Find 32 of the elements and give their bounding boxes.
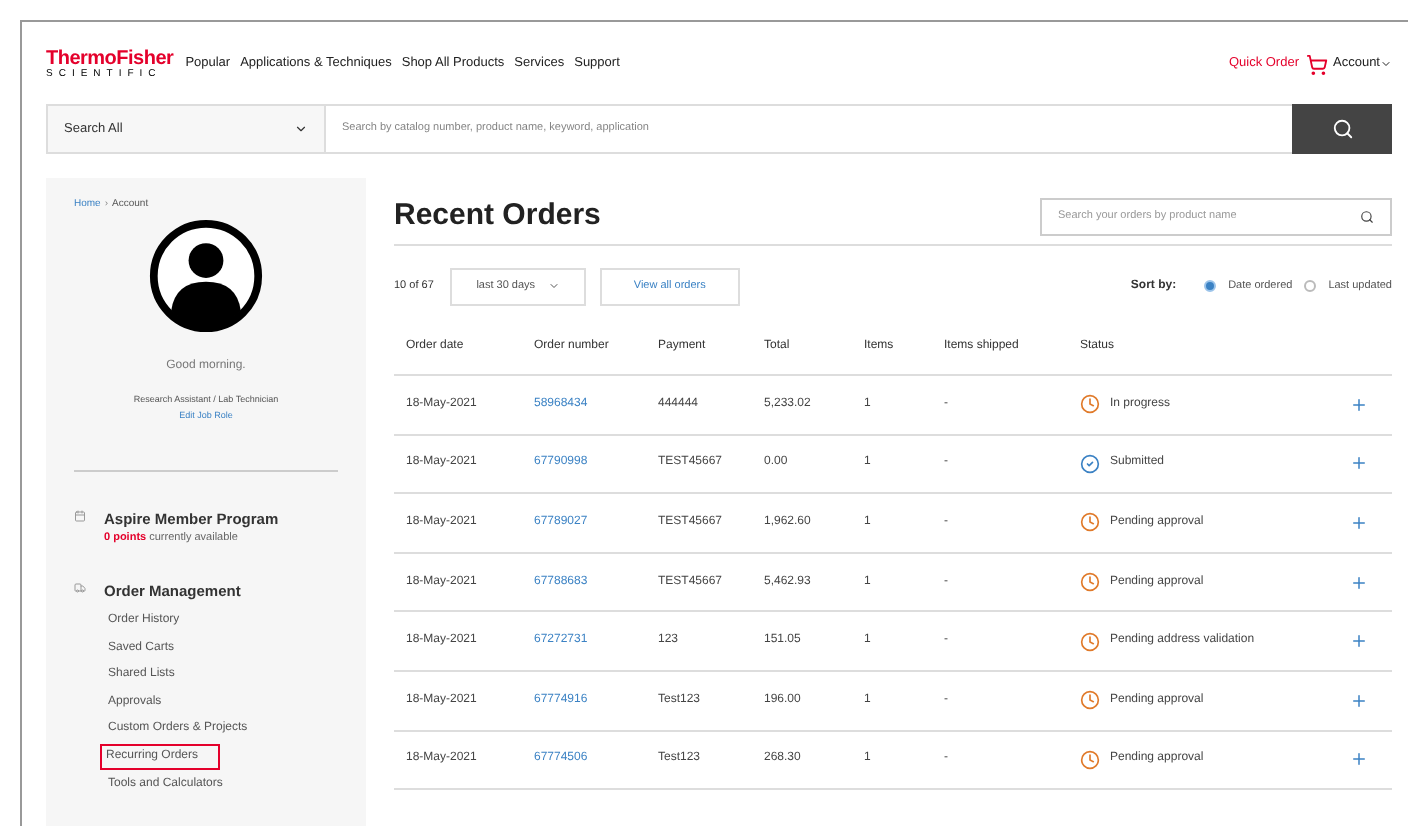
expand-button[interactable]	[1348, 453, 1368, 474]
expand-button[interactable]	[1348, 512, 1368, 533]
clock-icon	[1080, 749, 1100, 770]
caret-icon	[294, 122, 308, 136]
expand-button[interactable]	[1348, 631, 1368, 652]
plus-icon	[1349, 691, 1367, 710]
truck-icon	[74, 581, 86, 593]
search-button[interactable]	[1292, 104, 1392, 154]
cart-icon[interactable]	[1305, 53, 1327, 75]
plus-icon	[1349, 750, 1367, 769]
page-title: Recent Orders	[394, 196, 601, 237]
calendar-icon	[74, 510, 86, 522]
clock-icon	[1080, 572, 1100, 593]
clock-icon	[1080, 512, 1100, 533]
plus-icon	[1349, 395, 1367, 414]
search-icon	[1360, 210, 1374, 224]
search-icon	[1331, 118, 1353, 140]
plus-icon	[1349, 513, 1367, 532]
expand-button[interactable]	[1348, 749, 1368, 770]
expand-button[interactable]	[1348, 690, 1368, 711]
plus-icon	[1349, 573, 1367, 592]
check-circle-icon	[1080, 453, 1100, 474]
caret-icon	[1380, 58, 1392, 70]
clock-icon	[1080, 631, 1100, 652]
clock-icon	[1080, 394, 1100, 415]
avatar-icon	[148, 217, 264, 333]
expand-button[interactable]	[1348, 394, 1368, 415]
caret-icon	[547, 280, 560, 292]
expand-button[interactable]	[1348, 572, 1368, 593]
plus-icon	[1349, 632, 1367, 651]
plus-icon	[1349, 454, 1367, 473]
clock-icon	[1080, 690, 1100, 711]
